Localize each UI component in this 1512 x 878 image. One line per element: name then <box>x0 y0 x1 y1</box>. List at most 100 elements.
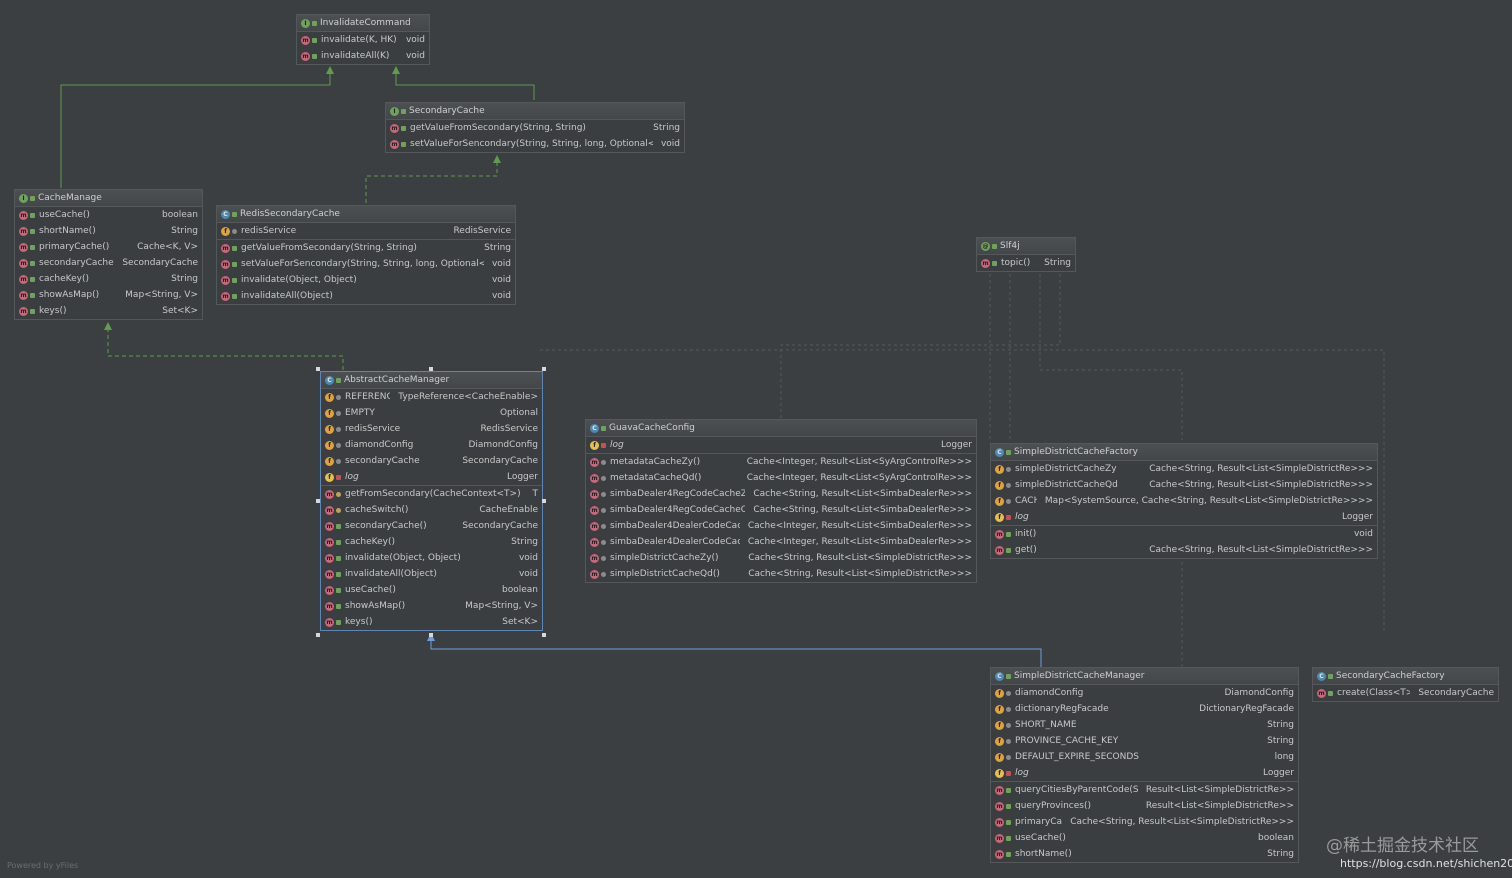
class-header[interactable]: C SimpleDistrictCacheFactory <box>991 444 1377 461</box>
selection-handle-e[interactable] <box>542 499 546 503</box>
method-row[interactable]: m init() void <box>991 525 1377 542</box>
method-row[interactable]: m cacheKey() String <box>15 271 202 287</box>
method-row[interactable]: m simpleDistrictCacheZy() Cache<String, Re… <box>586 550 976 566</box>
field-row[interactable]: f diamondConfig DiamondConfig <box>321 437 542 453</box>
class-box-simpledistrictcachemanager[interactable]: C SimpleDistrictCacheManager f diamondConfi… <box>990 667 1299 863</box>
method-row[interactable]: m useCache() boolean <box>15 207 202 223</box>
method-row[interactable]: m showAsMap() Map<String, V> <box>15 287 202 303</box>
selection-handle-sw[interactable] <box>316 633 320 637</box>
field-row[interactable]: f log Logger <box>321 469 542 485</box>
field-row[interactable]: f dictionaryRegFacade DictionaryRegFacade <box>991 701 1298 717</box>
method-row[interactable]: m setValueForSencondary(String, String, l… <box>386 136 684 152</box>
method-row[interactable]: m simpleDistrictCacheQd() Cache<String, Re… <box>586 566 976 582</box>
field-row[interactable]: f SHORT_NAME String <box>991 717 1298 733</box>
method-row[interactable]: m queryCitiesByParentCode(String) Result<L… <box>991 781 1298 798</box>
method-row[interactable]: m invalidateAll(K) void <box>297 48 429 64</box>
field-row[interactable]: f EMPTY Optional <box>321 405 542 421</box>
field-row[interactable]: f redisService RedisService <box>321 421 542 437</box>
method-row[interactable]: m cacheSwitch() CacheEnable <box>321 502 542 518</box>
method-row[interactable]: m metadataCacheQd() Cache<Integer, Result<… <box>586 470 976 486</box>
method-row[interactable]: m cacheKey() String <box>321 534 542 550</box>
method-row[interactable]: m shortName() String <box>15 223 202 239</box>
class-header[interactable]: I SecondaryCache <box>386 103 684 120</box>
static-field-icon: f <box>995 496 1004 506</box>
method-row[interactable]: m setValueForSencondary(String, String, l… <box>217 256 515 272</box>
field-row[interactable]: f PROVINCE_CACHE_KEY String <box>991 733 1298 749</box>
field-row[interactable]: f REFERENCE TypeReference<CacheEnable> <box>321 389 542 405</box>
member-name: diamondConfig <box>1015 688 1084 698</box>
method-row[interactable]: m useCache() boolean <box>321 582 542 598</box>
member-name: simbaDealer4RegCodeCacheZy() <box>610 489 746 499</box>
member-type: SecondaryCache <box>462 521 538 531</box>
method-row[interactable]: m keys() Set<K> <box>15 303 202 319</box>
method-row[interactable]: m get() Cache<String, Result<List<SimpleDi… <box>991 542 1377 558</box>
method-row[interactable]: m primaryCache() Cache<K, V> <box>15 239 202 255</box>
method-row[interactable]: m useCache() boolean <box>991 830 1298 846</box>
method-row[interactable]: m topic() String <box>977 255 1075 271</box>
method-row[interactable]: m invalidate(K, HK) void <box>297 32 429 48</box>
method-row[interactable]: m showAsMap() Map<String, V> <box>321 598 542 614</box>
field-row[interactable]: f log Logger <box>991 765 1298 781</box>
method-row[interactable]: m primaryCache() Cache<String, Result<List… <box>991 814 1298 830</box>
method-row[interactable]: m getValueFromSecondary(String, String) St… <box>217 239 515 256</box>
method-row[interactable]: m invalidateAll(Object) void <box>321 566 542 582</box>
method-row[interactable]: m simbaDealer4DealerCodeCacheQd() Cache<In… <box>586 534 976 550</box>
method-icon: m <box>590 505 599 515</box>
field-row[interactable]: f CACHE_MAP Map<SystemSource, Cache<String… <box>991 493 1377 509</box>
selection-handle-se[interactable] <box>542 633 546 637</box>
selection-handle-w[interactable] <box>316 499 320 503</box>
method-row[interactable]: m simbaDealer4DealerCodeCacheZy() Cache<In… <box>586 518 976 534</box>
field-row[interactable]: f simpleDistrictCacheZy Cache<String, Resu… <box>991 461 1377 477</box>
field-row[interactable]: f secondaryCache SecondaryCache <box>321 453 542 469</box>
class-box-cachemanage[interactable]: I CacheManage m useCache() boolean m shortName… <box>14 189 203 320</box>
method-row[interactable]: m queryProvinces() Result<List<SimpleDistr… <box>991 798 1298 814</box>
field-row[interactable]: f DEFAULT_EXPIRE_SECONDS long <box>991 749 1298 765</box>
class-box-guavacacheconfig[interactable]: C GuavaCacheConfig f log Logger m metadataCach… <box>585 419 977 583</box>
class-header[interactable]: C SecondaryCacheFactory <box>1313 668 1498 685</box>
field-row[interactable]: f log Logger <box>586 437 976 453</box>
selection-handle-nw[interactable] <box>316 367 320 371</box>
class-box-simpledistrictcachefactory[interactable]: C SimpleDistrictCacheFactory f simpleDistri… <box>990 443 1378 559</box>
method-row[interactable]: m keys() Set<K> <box>321 614 542 630</box>
selection-handle-s[interactable] <box>429 633 433 637</box>
method-row[interactable]: m simbaDealer4RegCodeCacheQd() Cache<Strin… <box>586 502 976 518</box>
class-header[interactable]: C RedisSecondaryCache <box>217 206 515 223</box>
member-type: DiamondConfig <box>468 440 538 450</box>
class-box-redissecondarycache[interactable]: C RedisSecondaryCache f redisService RedisSe… <box>216 205 516 305</box>
class-header[interactable]: C GuavaCacheConfig <box>586 420 976 437</box>
class-header[interactable]: C SimpleDistrictCacheManager <box>991 668 1298 685</box>
class-box-abstractcachemanager[interactable]: C AbstractCacheManager f REFERENCE TypeRefer… <box>320 371 543 631</box>
member-type: String <box>171 226 198 236</box>
method-row[interactable]: m getValueFromSecondary(String, String) St… <box>386 120 684 136</box>
method-row[interactable]: m simbaDealer4RegCodeCacheZy() Cache<Strin… <box>586 486 976 502</box>
public-visibility-icon <box>336 603 341 609</box>
selection-handle-ne[interactable] <box>542 367 546 371</box>
method-row[interactable]: m getFromSecondary(CacheContext<T>) T <box>321 485 542 502</box>
class-box-secondarycachefactory[interactable]: C SecondaryCacheFactory m create(Class<T>) S… <box>1312 667 1499 702</box>
method-icon: m <box>995 529 1004 539</box>
method-row[interactable]: m invalidate(Object, Object) void <box>217 272 515 288</box>
field-row[interactable]: f log Logger <box>991 509 1377 525</box>
field-row[interactable]: f diamondConfig DiamondConfig <box>991 685 1298 701</box>
class-header[interactable]: C AbstractCacheManager <box>321 372 542 389</box>
class-header[interactable]: @ Slf4j <box>977 238 1075 255</box>
method-row[interactable]: m shortName() String <box>991 846 1298 862</box>
edge-cachemanage-invalidatecommand <box>60 70 331 188</box>
method-row[interactable]: m secondaryCache() SecondaryCache <box>15 255 202 271</box>
class-header[interactable]: I InvalidateCommand <box>297 15 429 32</box>
class-box-invalidatecommand[interactable]: I InvalidateCommand m invalidate(K, HK) void… <box>296 14 430 65</box>
class-box-secondarycache[interactable]: I SecondaryCache m getValueFromSecondary(St… <box>385 102 685 153</box>
method-row[interactable]: m secondaryCache() SecondaryCache <box>321 518 542 534</box>
class-header[interactable]: I CacheManage <box>15 190 202 207</box>
field-row[interactable]: f simpleDistrictCacheQd Cache<String, Resu… <box>991 477 1377 493</box>
member-name: topic() <box>1001 258 1031 268</box>
class-box-slf4j[interactable]: @ Slf4j m topic() String <box>976 237 1076 272</box>
method-row[interactable]: m invalidateAll(Object) void <box>217 288 515 304</box>
method-row[interactable]: m metadataCacheZy() Cache<Integer, Result<… <box>586 453 976 470</box>
selection-handle-n[interactable] <box>429 367 433 371</box>
member-name: setValueForSencondary(String, String, lo… <box>410 139 653 149</box>
public-visibility-icon <box>232 245 237 251</box>
field-row[interactable]: f redisService RedisService <box>217 223 515 239</box>
method-row[interactable]: m invalidate(Object, Object) void <box>321 550 542 566</box>
method-row[interactable]: m create(Class<T>) SecondaryCache <box>1313 685 1498 701</box>
